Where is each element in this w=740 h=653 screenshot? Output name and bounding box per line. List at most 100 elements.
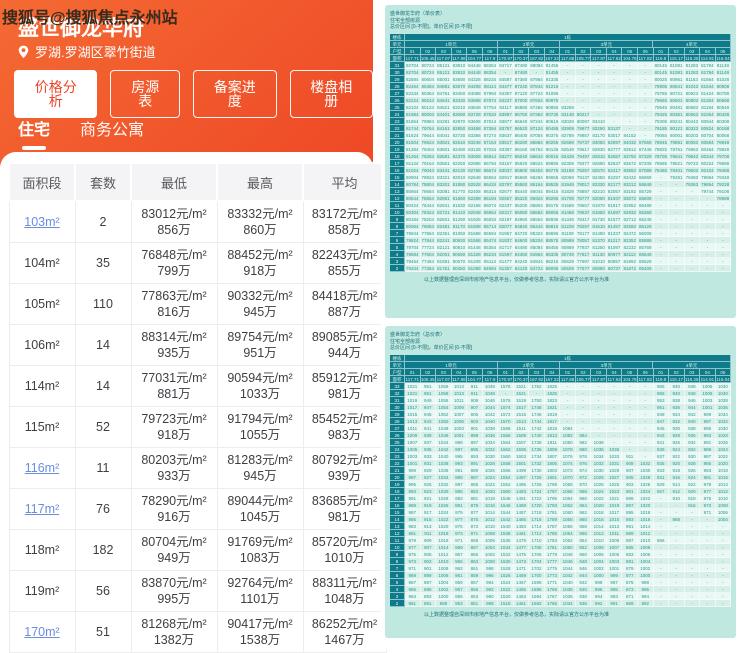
- empty-cell: -: [606, 68, 623, 76]
- total-price: 981万: [327, 387, 362, 401]
- value-cell: 85080: [513, 208, 530, 216]
- action-button-item[interactable]: 房源表: [110, 70, 181, 118]
- value-cell: 80890: [591, 264, 607, 272]
- value-cell: 901: [467, 424, 483, 432]
- value-cell: 78057: [575, 236, 592, 244]
- value-cell: 89295: [544, 194, 561, 202]
- type-cell: 01: [405, 368, 421, 376]
- action-button-active[interactable]: 价格分析: [14, 70, 98, 118]
- value-cell: 1574: [498, 403, 514, 411]
- value-cell: 80923: [684, 89, 701, 97]
- area-link-text[interactable]: 116m²: [25, 461, 60, 475]
- value-cell: 80724: [420, 61, 437, 69]
- value-cell: 82232: [622, 243, 638, 251]
- tab-item[interactable]: 商务公寓: [80, 116, 144, 150]
- value-cell: 1746: [529, 410, 545, 418]
- value-cell: 1714: [529, 522, 545, 530]
- value-cell: 1072: [560, 466, 576, 474]
- value-cell: 83848: [467, 103, 483, 111]
- value-cell: 1022: [436, 515, 452, 523]
- value-cell: 937: [420, 438, 437, 446]
- value-cell: 1809: [544, 445, 561, 453]
- empty-cell: -: [653, 215, 670, 223]
- value-cell: 83290: [591, 124, 607, 132]
- value-cell: 80124: [420, 103, 437, 111]
- total-price: 856万: [157, 223, 191, 237]
- value-cell: 84840: [513, 222, 530, 230]
- floor-cell: 27: [390, 424, 405, 432]
- value-cell: 933: [653, 466, 670, 474]
- value-cell: 82610: [451, 138, 468, 146]
- action-button-item[interactable]: 备案进度: [193, 70, 277, 118]
- price-per-sqm: 83685元/m²: [311, 494, 378, 508]
- value-cell: 85354: [482, 243, 499, 251]
- price-per-sqm: 85452元/m²: [311, 412, 378, 426]
- area-link-text[interactable]: 103m²: [24, 215, 59, 229]
- value-cell: 863: [467, 557, 483, 565]
- value-cell: 883: [622, 550, 638, 558]
- value-cell: 89535: [544, 180, 561, 188]
- value-cell: 79737: [575, 138, 592, 146]
- value-cell: 1006: [591, 550, 607, 558]
- value-cell: 918: [684, 494, 701, 502]
- type-cell: 02: [669, 368, 685, 376]
- empty-cell: -: [715, 592, 732, 600]
- action-button-bar: 价格分析 房源表 备案进度 楼盘相册: [14, 70, 373, 118]
- value-cell: 916: [669, 473, 685, 481]
- value-cell: 87360: [513, 75, 530, 83]
- type-cell: 05: [622, 47, 638, 55]
- type-cell: 04: [700, 47, 716, 55]
- value-cell: 954: [575, 536, 592, 544]
- floor-cell: 3: [390, 257, 405, 265]
- area-link-text[interactable]: 170m²: [24, 625, 59, 639]
- value-cell: 927: [420, 473, 437, 481]
- empty-cell: -: [560, 403, 576, 411]
- unit-group-cell: 2单元: [498, 361, 561, 369]
- value-cell: 84881: [436, 82, 452, 90]
- value-cell: 78924: [420, 173, 437, 181]
- value-cell: 85529: [637, 257, 654, 265]
- value-cell: 1696: [529, 585, 545, 593]
- value-cell: 1078: [560, 445, 576, 453]
- min-cell: 79723元/m² 918万: [130, 406, 218, 448]
- empty-cell: -: [606, 410, 623, 418]
- value-cell: 1730: [529, 466, 545, 474]
- value-cell: 81250: [591, 243, 607, 251]
- value-cell: 1013: [451, 382, 468, 390]
- empty-cell: -: [606, 110, 623, 118]
- action-button-item[interactable]: 楼盘相册: [289, 70, 373, 118]
- empty-cell: -: [700, 222, 716, 230]
- floor-cell: 31: [390, 61, 405, 69]
- value-cell: 1576: [498, 396, 514, 404]
- value-cell: 973: [451, 529, 468, 537]
- avg-cell: 85912元/m² 981万: [302, 365, 387, 407]
- floor-cell: 20: [390, 473, 405, 481]
- tab-item[interactable]: 住宅: [18, 116, 50, 150]
- empty-cell: -: [637, 131, 654, 139]
- value-cell: 85440: [513, 187, 530, 195]
- value-cell: 907: [420, 543, 437, 551]
- value-cell: 80097: [575, 117, 592, 125]
- value-cell: 83081: [436, 187, 452, 195]
- value-cell: 1042: [436, 445, 452, 453]
- value-cell: 80788: [715, 89, 732, 97]
- value-cell: 79864: [700, 180, 716, 188]
- area-link-text[interactable]: 117m²: [25, 502, 60, 516]
- floor-cell: 24: [390, 110, 405, 118]
- total-price: 949万: [157, 551, 191, 565]
- value-cell: 1007: [606, 543, 623, 551]
- max-cell: 92764元/m² 1101万: [216, 570, 304, 612]
- floor-cell: 29: [390, 75, 405, 83]
- empty-cell: -: [700, 194, 716, 202]
- empty-cell: -: [637, 61, 654, 69]
- empty-cell: -: [653, 515, 670, 523]
- value-cell: 82721: [436, 208, 452, 216]
- empty-cell: -: [575, 103, 592, 111]
- value-cell: 85769: [637, 243, 654, 251]
- value-cell: 994: [482, 578, 499, 586]
- value-cell: 86884: [529, 138, 545, 146]
- total-price: 918万: [157, 428, 191, 442]
- value-cell: 79857: [575, 131, 592, 139]
- value-cell: 1008: [436, 564, 452, 572]
- value-cell: 939: [420, 431, 437, 439]
